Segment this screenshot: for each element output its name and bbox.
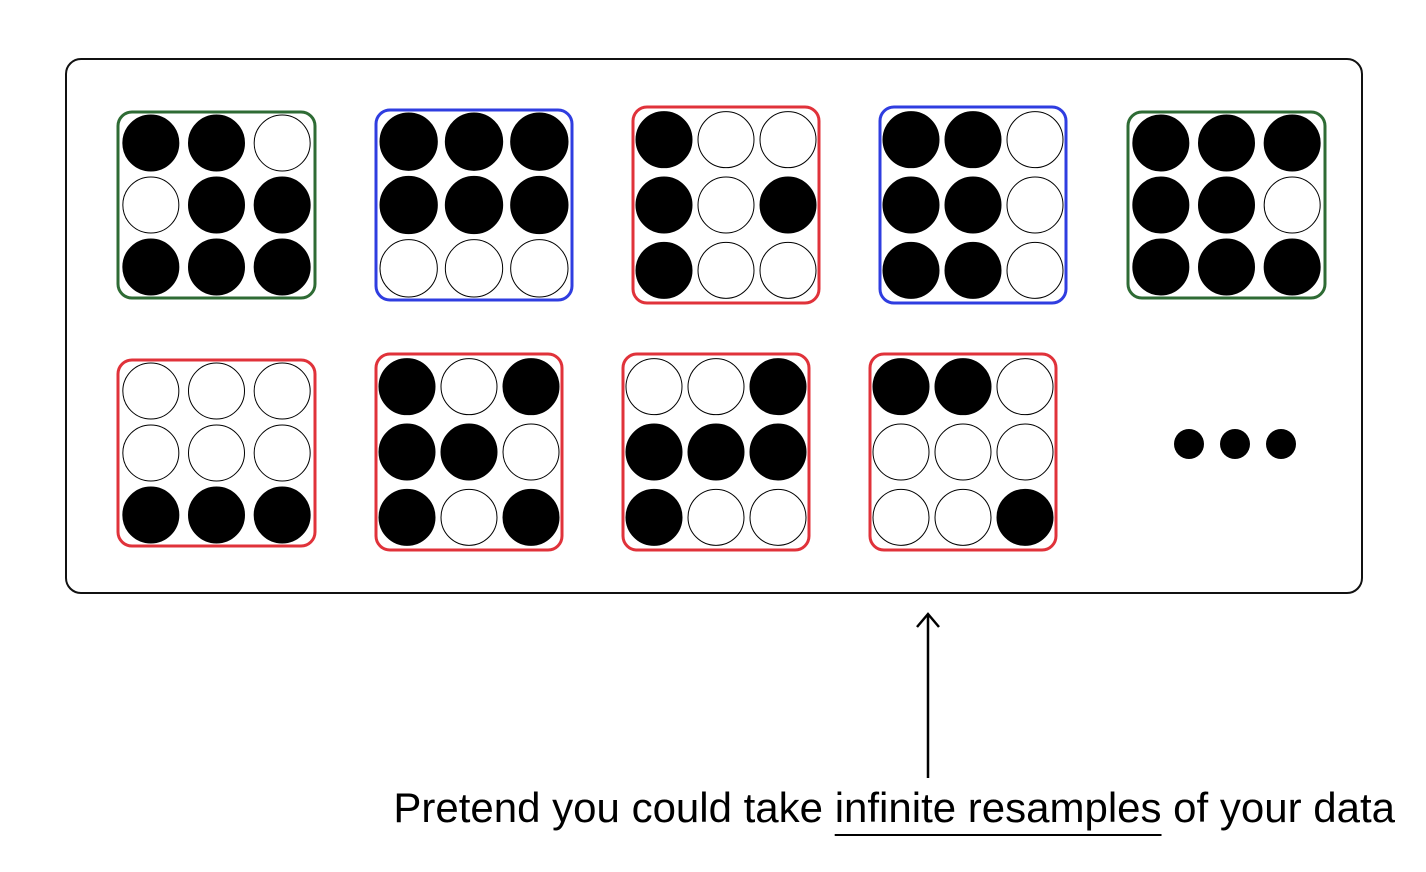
filled-dot (502, 488, 560, 546)
filled-dot (378, 488, 436, 546)
filled-dot (944, 176, 1002, 234)
caption-after: of your data (1161, 784, 1395, 831)
empty-dot (759, 241, 817, 299)
filled-dot (253, 486, 311, 544)
sample-grid-5 (1126, 110, 1327, 300)
filled-dot (635, 241, 693, 299)
filled-dot (253, 176, 311, 234)
filled-dot (1132, 176, 1190, 234)
filled-dot (759, 176, 817, 234)
filled-dot (944, 111, 1002, 169)
filled-dot (122, 238, 180, 296)
empty-dot (697, 111, 755, 169)
filled-dot (882, 176, 940, 234)
empty-dot (1006, 176, 1064, 234)
filled-dot (872, 358, 930, 416)
sample-grid-1 (116, 110, 317, 300)
filled-dot (444, 175, 504, 235)
empty-dot (1006, 241, 1064, 299)
empty-dot (1263, 176, 1321, 234)
filled-dot (749, 358, 807, 416)
filled-dot (510, 112, 569, 171)
filled-dot (440, 423, 498, 481)
sample-grid-2 (374, 108, 574, 302)
filled-dot (379, 112, 438, 171)
filled-dot (188, 486, 245, 544)
caption-highlight: infinite resamples (834, 784, 1162, 831)
filled-dot (1132, 114, 1190, 172)
empty-dot (440, 488, 498, 546)
empty-dot (625, 358, 683, 416)
filled-dot (1198, 238, 1255, 296)
filled-dot (253, 238, 311, 296)
filled-dot (444, 112, 504, 171)
resamples-diagram (116, 105, 1327, 778)
filled-dot (1132, 238, 1190, 296)
empty-dot (687, 358, 745, 416)
empty-dot (253, 114, 311, 172)
filled-dot (944, 241, 1002, 299)
filled-dot (625, 488, 683, 546)
sample-grid-7 (374, 352, 564, 552)
filled-dot (882, 111, 940, 169)
filled-dot (188, 238, 245, 296)
ellipsis-dots-icon (1174, 429, 1296, 459)
empty-dot (122, 176, 180, 234)
filled-dot (122, 114, 180, 172)
filled-dot (635, 176, 693, 234)
filled-dot (379, 175, 438, 235)
empty-dot (510, 239, 569, 298)
sample-grid-8 (621, 352, 811, 552)
sample-grid-3 (631, 105, 821, 305)
filled-dot (1198, 114, 1255, 172)
filled-dot (378, 358, 436, 416)
filled-dot (749, 423, 807, 481)
empty-dot (872, 423, 930, 481)
sample-grid-9 (868, 352, 1058, 552)
filled-dot (996, 488, 1054, 546)
filled-dot (687, 423, 745, 481)
empty-dot (122, 362, 180, 420)
empty-dot (872, 488, 930, 546)
filled-dot (1263, 114, 1321, 172)
sample-grids (116, 105, 1327, 552)
empty-dot (1006, 111, 1064, 169)
empty-dot (996, 358, 1054, 416)
filled-dot (502, 358, 560, 416)
empty-dot (996, 423, 1054, 481)
filled-dot (510, 175, 569, 235)
empty-dot (697, 176, 755, 234)
empty-dot (697, 241, 755, 299)
filled-dot (1263, 238, 1321, 296)
filled-dot (882, 241, 940, 299)
empty-dot (253, 424, 311, 482)
filled-dot (1198, 176, 1255, 234)
filled-dot (378, 423, 436, 481)
filled-dot (188, 176, 245, 234)
empty-dot (379, 239, 438, 298)
sample-grid-4 (878, 105, 1068, 305)
filled-dot (625, 423, 683, 481)
empty-dot (253, 362, 311, 420)
caption: Pretend you could take infinite resample… (0, 778, 1395, 838)
empty-dot (502, 423, 560, 481)
filled-dot (122, 486, 180, 544)
empty-dot (749, 488, 807, 546)
sample-grid-6 (116, 358, 317, 548)
empty-dot (759, 111, 817, 169)
empty-dot (934, 488, 992, 546)
empty-dot (934, 423, 992, 481)
empty-dot (440, 358, 498, 416)
filled-dot (934, 358, 992, 416)
filled-dot (188, 114, 245, 172)
filled-dot (635, 111, 693, 169)
empty-dot (122, 424, 180, 482)
up-arrow-icon (916, 612, 940, 778)
empty-dot (687, 488, 745, 546)
empty-dot (444, 239, 504, 298)
empty-dot (188, 424, 245, 482)
empty-dot (188, 362, 245, 420)
caption-before: Pretend you could take (393, 784, 835, 831)
